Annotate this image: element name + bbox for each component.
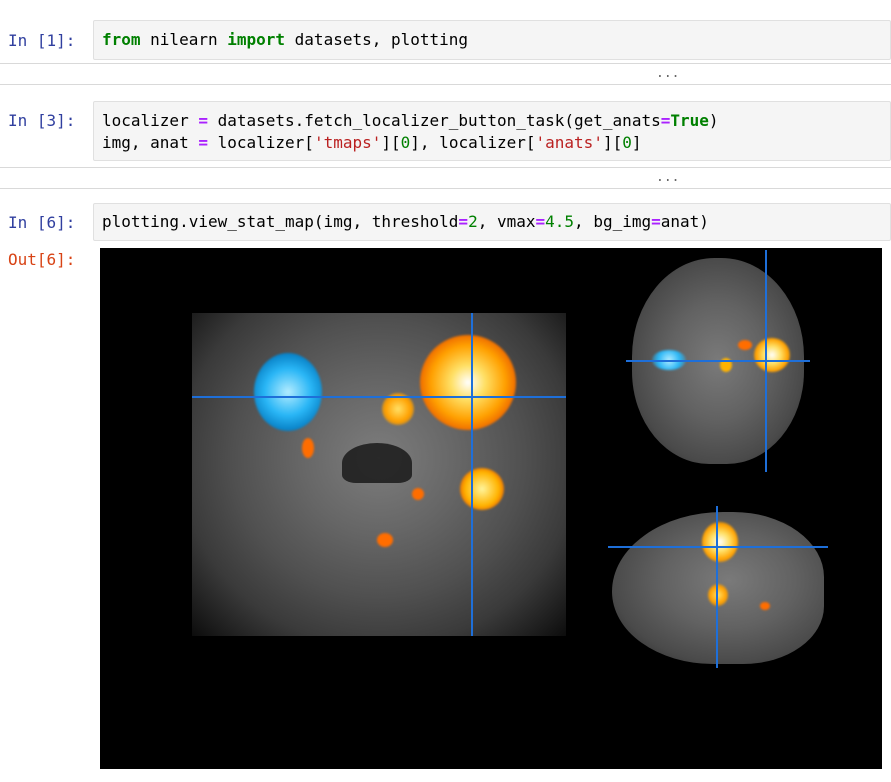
coronal-crosshair-vertical (471, 313, 473, 636)
code-token: ][ (381, 133, 401, 152)
code-token: 2 (468, 212, 478, 231)
code-token: img, anat (102, 133, 199, 152)
code-token: from (102, 30, 141, 49)
code-cell-1[interactable]: In [1]: from nilearn import datasets, pl… (0, 20, 891, 90)
code-line: img, anat = localizer['tmaps'][0], local… (102, 132, 719, 154)
code-input[interactable]: from nilearn import datasets, plotting (93, 20, 891, 60)
code-token: , vmax (477, 212, 536, 231)
code-line: localizer = datasets.fetch_localizer_but… (102, 110, 719, 132)
code-token: import (227, 30, 286, 49)
input-prompt: In [1]: (8, 31, 76, 50)
code-token: = (660, 111, 671, 130)
code-token: ] (631, 133, 642, 152)
collapsed-output[interactable]: ... (0, 167, 891, 189)
code-token: datasets, plotting (285, 30, 469, 49)
code-token: ) (708, 111, 719, 130)
coronal-crosshair-horizontal (192, 396, 566, 398)
sagittal-crosshair-horizontal (608, 546, 828, 548)
code-token: localizer[ (207, 133, 314, 152)
code-token: , bg_img (574, 212, 652, 231)
positive-activation-blob (302, 438, 314, 458)
positive-activation-blob (702, 522, 738, 562)
positive-activation-blob (420, 335, 516, 430)
axial-crosshair-horizontal (626, 360, 810, 362)
output-prompt: Out[6]: (8, 250, 76, 269)
code-token: = (198, 133, 208, 152)
code-input[interactable]: localizer = datasets.fetch_localizer_but… (93, 101, 891, 161)
code-token: 'tmaps' (313, 133, 382, 152)
coronal-view[interactable] (192, 313, 566, 636)
code-input[interactable]: plotting.view_stat_map(img, threshold=2,… (93, 203, 891, 241)
positive-activation-blob (377, 533, 393, 547)
code-cell-3[interactable]: In [3]: localizer = datasets.fetch_local… (0, 101, 891, 197)
collapsed-output[interactable]: ... (0, 63, 891, 85)
code-token: anat) (660, 212, 709, 231)
collapsed-output-ellipsis[interactable]: ... (656, 169, 679, 187)
code-line: from nilearn import datasets, plotting (102, 29, 468, 51)
code-text: from nilearn import datasets, plotting (102, 29, 468, 51)
positive-activation-blob (708, 584, 728, 606)
code-token: 0 (622, 133, 632, 152)
code-token: = (535, 212, 546, 231)
positive-activation-blob (760, 602, 770, 610)
sagittal-view[interactable] (608, 506, 828, 668)
sagittal-crosshair-vertical (716, 506, 718, 668)
code-token: plotting.view_stat_map(img, threshold (102, 212, 459, 231)
code-token: localizer (102, 111, 199, 130)
code-token: 4.5 (545, 212, 575, 231)
code-token: = (198, 111, 208, 130)
code-text: localizer = datasets.fetch_localizer_but… (102, 110, 719, 154)
negative-activation-blob (254, 353, 322, 431)
code-token: 'anats' (535, 133, 603, 152)
code-token: True (670, 111, 709, 130)
code-token: nilearn (140, 30, 228, 49)
code-token: = (651, 212, 661, 231)
positive-activation-blob (460, 468, 504, 510)
stat-map-viewer[interactable] (100, 248, 882, 769)
axial-crosshair-vertical (765, 250, 767, 472)
positive-activation-blob (738, 340, 752, 350)
ventricles (342, 443, 412, 483)
code-token: ], localizer[ (410, 133, 536, 152)
collapsed-output-ellipsis[interactable]: ... (656, 65, 679, 83)
input-prompt: In [3]: (8, 111, 76, 130)
code-text: plotting.view_stat_map(img, threshold=2,… (102, 211, 709, 233)
code-token: 0 (400, 133, 411, 152)
input-prompt: In [6]: (8, 213, 76, 232)
code-token: datasets.fetch_localizer_button_task(get… (207, 111, 661, 130)
code-token: = (458, 212, 469, 231)
code-line: plotting.view_stat_map(img, threshold=2,… (102, 211, 709, 233)
code-token: ][ (602, 133, 623, 152)
axial-view[interactable] (626, 250, 810, 472)
positive-activation-blob (412, 488, 424, 500)
positive-activation-blob (754, 338, 790, 372)
